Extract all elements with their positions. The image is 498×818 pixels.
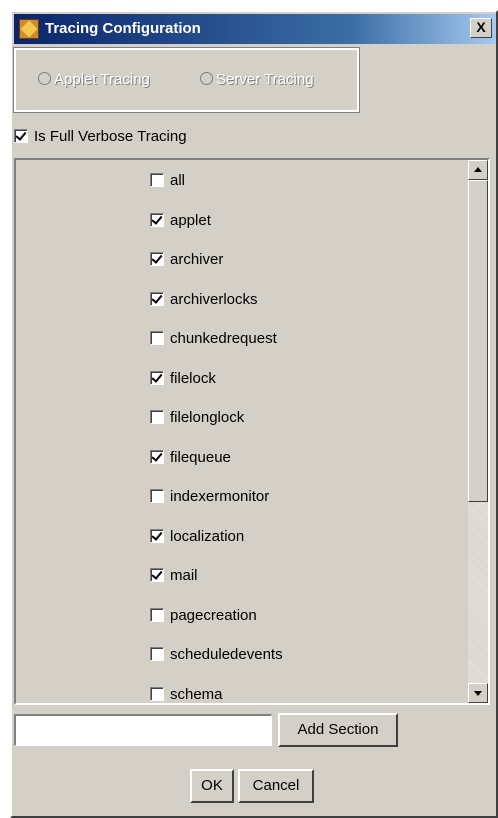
section-item-schema[interactable]: schema xyxy=(150,686,223,704)
section-item-filequeue[interactable]: filequeue xyxy=(150,449,231,471)
section-item-label: archiver xyxy=(170,251,224,268)
scroll-down-arrow-icon[interactable] xyxy=(468,683,488,703)
ok-button[interactable]: OK xyxy=(190,769,234,803)
window-title: Tracing Configuration xyxy=(45,20,201,37)
radio-circle-icon xyxy=(38,72,51,85)
section-item-localization[interactable]: localization xyxy=(150,528,244,550)
section-item-pagecreation[interactable]: pagecreation xyxy=(150,607,257,629)
checkbox-unchecked-icon[interactable] xyxy=(150,173,164,187)
vertical-scrollbar[interactable] xyxy=(468,160,488,703)
checkbox-unchecked-icon[interactable] xyxy=(150,686,164,701)
section-item-label: mail xyxy=(170,567,198,584)
section-item-label: indexermonitor xyxy=(170,488,270,505)
section-name-input[interactable] xyxy=(14,714,272,746)
checkbox-unchecked-icon[interactable] xyxy=(150,410,164,424)
section-item-label: applet xyxy=(170,211,211,229)
section-item-label: archiverlocks xyxy=(170,290,258,308)
section-item-applet[interactable]: applet xyxy=(150,212,211,234)
checkbox-checked-icon[interactable] xyxy=(150,291,164,306)
sections-list-viewport: all applet archiver archiverlocks chunkedreq… xyxy=(16,160,456,703)
checkbox-checked-icon[interactable] xyxy=(150,528,164,543)
sections-list: all applet archiver archiverlocks chunkedreq… xyxy=(14,158,490,705)
checkbox-checked-icon[interactable] xyxy=(150,568,164,582)
section-item-label: filelock xyxy=(170,369,216,387)
section-item-label: filequeue xyxy=(170,448,231,466)
checkbox-checked-icon[interactable] xyxy=(150,212,164,227)
section-item-scheduledevents[interactable]: scheduledevents xyxy=(150,646,283,668)
section-item-label: localization xyxy=(170,527,245,545)
server-tracing-radio: Server Tracing xyxy=(200,71,314,88)
section-item-label: scheduledevents xyxy=(170,646,283,663)
checkbox-checked-icon[interactable] xyxy=(150,449,164,464)
title-bar[interactable]: Tracing Configuration X xyxy=(14,14,496,44)
tracing-mode-group: Applet Tracing Server Tracing xyxy=(13,47,360,113)
verbose-tracing-checkbox[interactable]: Is Full Verbose Tracing xyxy=(14,128,187,145)
scroll-up-arrow-icon[interactable] xyxy=(468,160,488,180)
scrollbar-thumb[interactable] xyxy=(468,180,488,502)
section-item-label: all xyxy=(170,172,186,189)
checkbox-unchecked-icon[interactable] xyxy=(150,607,164,622)
cancel-button[interactable]: Cancel xyxy=(238,769,314,803)
close-button[interactable]: X xyxy=(470,18,492,38)
section-item-archiver[interactable]: archiver xyxy=(150,251,223,273)
applet-tracing-label: Applet Tracing xyxy=(54,71,150,88)
applet-tracing-radio: Applet Tracing xyxy=(38,71,150,88)
radio-circle-icon xyxy=(200,72,213,85)
section-item-label: schema xyxy=(170,685,223,703)
section-item-all[interactable]: all xyxy=(150,172,185,194)
section-item-archiverlocks[interactable]: archiverlocks xyxy=(150,291,258,313)
checkbox-checked-icon[interactable] xyxy=(150,370,164,385)
section-item-filelock[interactable]: filelock xyxy=(150,370,216,392)
section-item-label: pagecreation xyxy=(170,606,257,624)
section-item-indexermonitor[interactable]: indexermonitor xyxy=(150,488,269,510)
section-item-chunkedrequest[interactable]: chunkedrequest xyxy=(150,330,277,352)
checkbox-checked-icon[interactable] xyxy=(14,129,28,143)
verbose-tracing-label: Is Full Verbose Tracing xyxy=(34,128,187,145)
checkbox-checked-icon[interactable] xyxy=(150,252,164,266)
checkbox-unchecked-icon[interactable] xyxy=(150,331,164,345)
checkbox-unchecked-icon[interactable] xyxy=(150,647,164,661)
section-item-mail[interactable]: mail xyxy=(150,567,198,589)
add-section-button[interactable]: Add Section xyxy=(278,713,398,747)
section-item-filelonglock[interactable]: filelonglock xyxy=(150,409,244,431)
section-item-label: chunkedrequest xyxy=(170,330,277,347)
section-item-label: filelonglock xyxy=(170,409,245,426)
server-tracing-label: Server Tracing xyxy=(216,71,314,88)
checkbox-unchecked-icon[interactable] xyxy=(150,489,164,503)
app-icon xyxy=(19,19,39,39)
